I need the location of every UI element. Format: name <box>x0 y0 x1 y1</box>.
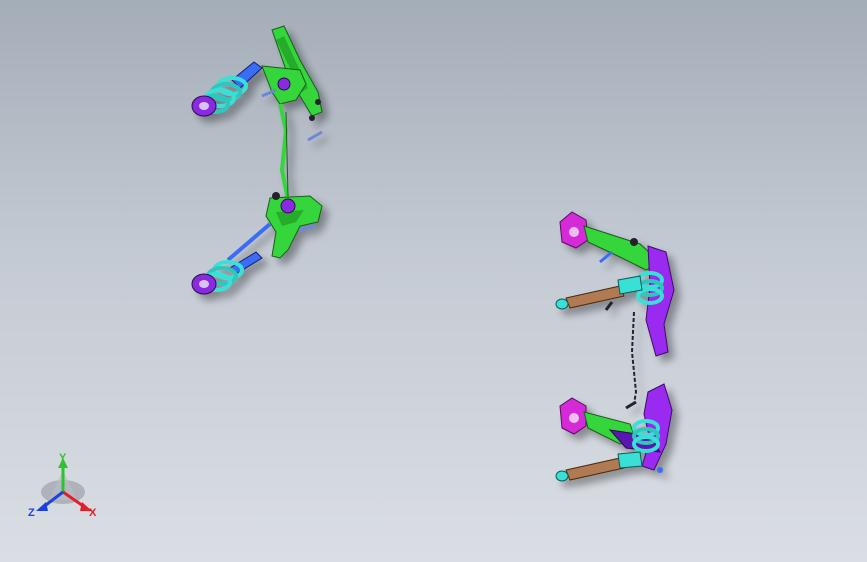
triad-z-label: Z <box>28 507 35 519</box>
rear-upper-damper[interactable] <box>565 285 625 309</box>
rear-suspension-assembly[interactable] <box>555 211 675 482</box>
reference-triad[interactable]: Y X Z <box>28 452 97 519</box>
front-suspension-assembly[interactable] <box>191 25 323 295</box>
rear-lower-damper[interactable] <box>565 457 625 481</box>
graphics-viewport[interactable]: Y X Z <box>0 0 867 562</box>
triad-y-label: Y <box>59 452 67 464</box>
front-tie-rod[interactable] <box>226 222 272 262</box>
rear-anti-roll-link[interactable] <box>630 311 638 405</box>
triad-x-label: X <box>89 507 97 519</box>
